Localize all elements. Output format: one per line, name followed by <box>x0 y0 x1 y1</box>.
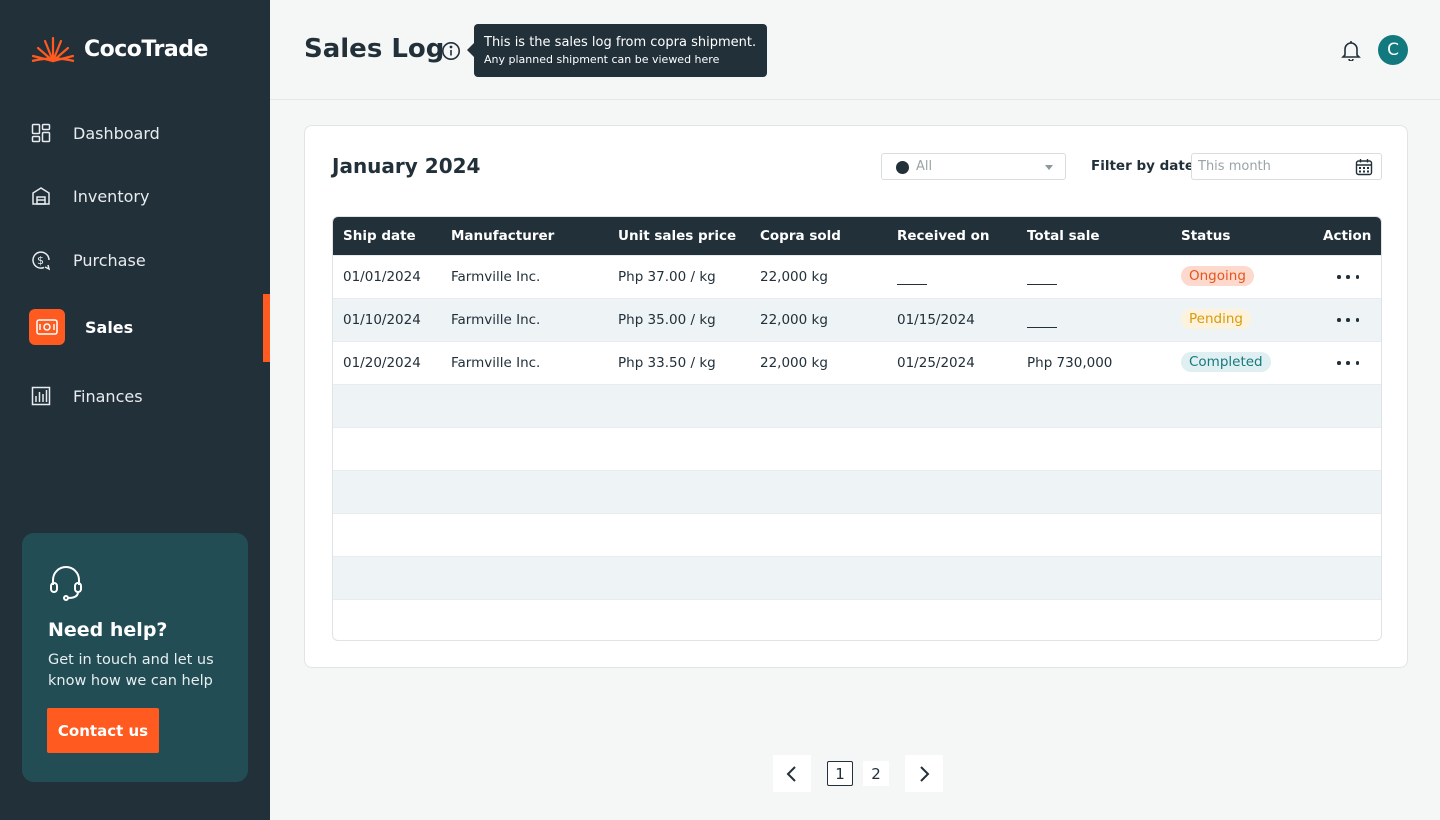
table-row[interactable]: 01/20/2024 Farmville Inc. Php 33.50 / kg… <box>333 341 1381 384</box>
empty-row <box>333 384 1381 427</box>
brand-name: CocoTrade <box>84 36 208 62</box>
brand[interactable]: CocoTrade <box>30 34 208 64</box>
received-on-cell: 01/15/2024 <box>897 312 975 328</box>
ship-date-cell: 01/10/2024 <box>343 312 421 328</box>
active-indicator <box>263 294 270 362</box>
unit-price-cell: Php 37.00 / kg <box>618 269 716 285</box>
table-header: Ship date Manufacturer Unit sales price … <box>333 217 1381 255</box>
page-title: Sales Log <box>304 34 445 64</box>
empty-row <box>333 427 1381 470</box>
date-filter-value: This month <box>1198 159 1271 174</box>
empty-value-dash <box>1027 319 1057 335</box>
caret-down-icon <box>1045 165 1053 170</box>
coconut-leaf-logo-icon <box>31 36 75 63</box>
more-actions-icon[interactable] <box>1337 311 1359 329</box>
empty-row <box>333 470 1381 513</box>
column-header[interactable]: Copra sold <box>760 228 841 244</box>
sidebar-item-finances[interactable]: Finances <box>0 363 270 429</box>
sidebar: CocoTrade Dashboard Inventory $ Purchase <box>0 0 270 820</box>
sales-icon <box>29 309 65 345</box>
purchase-icon: $ <box>30 249 52 271</box>
next-page-button[interactable] <box>905 755 943 792</box>
more-actions-icon[interactable] <box>1337 268 1359 286</box>
chevron-right-icon <box>920 765 930 782</box>
previous-page-button[interactable] <box>773 755 811 792</box>
page-1-button[interactable]: 1 <box>827 761 853 786</box>
status-badge: Pending <box>1181 309 1251 329</box>
column-header: Action <box>1323 228 1372 244</box>
column-header[interactable]: Ship date <box>343 228 416 244</box>
filter-by-date-label: Filter by date <box>1091 158 1194 174</box>
ship-date-cell: 01/01/2024 <box>343 269 421 285</box>
copra-sold-cell: 22,000 kg <box>760 355 828 371</box>
help-text: Get in touch and let us know how we can … <box>48 652 214 689</box>
column-header[interactable]: Manufacturer <box>451 228 554 244</box>
headset-icon <box>50 566 82 601</box>
svg-text:$: $ <box>37 254 44 267</box>
contact-us-button[interactable]: Contact us <box>47 708 159 753</box>
sidebar-item-purchase[interactable]: $ Purchase <box>0 227 270 293</box>
date-filter-input[interactable]: This month <box>1191 153 1382 180</box>
bell-icon[interactable] <box>1341 40 1361 61</box>
sidebar-item-sales[interactable]: Sales <box>0 294 270 362</box>
copra-sold-cell: 22,000 kg <box>760 312 828 328</box>
manufacturer-cell: Farmville Inc. <box>451 269 541 285</box>
table-row[interactable]: 01/01/2024 Farmville Inc. Php 37.00 / kg… <box>333 255 1381 298</box>
tooltip-line1: This is the sales log from copra shipmen… <box>484 35 757 50</box>
sidebar-item-label: Dashboard <box>73 123 160 143</box>
warehouse-icon <box>30 185 52 207</box>
manufacturer-cell: Farmville Inc. <box>451 312 541 328</box>
sidebar-item-dashboard[interactable]: Dashboard <box>0 100 270 166</box>
empty-row <box>333 599 1381 640</box>
table-row[interactable]: 01/10/2024 Farmville Inc. Php 35.00 / kg… <box>333 298 1381 341</box>
sidebar-item-label: Purchase <box>73 250 146 270</box>
status-badge: Completed <box>1181 352 1271 372</box>
status-filter-value: All <box>916 159 933 174</box>
info-tooltip: This is the sales log from copra shipmen… <box>467 24 767 77</box>
column-header[interactable]: Unit sales price <box>618 228 736 244</box>
ship-date-cell: 01/20/2024 <box>343 355 421 371</box>
empty-row <box>333 556 1381 599</box>
total-sale-cell: Php 730,000 <box>1027 355 1113 371</box>
status-dot-icon <box>896 161 909 174</box>
avatar[interactable]: C <box>1378 35 1408 65</box>
chart-icon <box>30 385 52 407</box>
sales-log-card: January 2024 All Filter by date This mon… <box>304 125 1408 668</box>
calendar-icon[interactable] <box>1355 158 1373 176</box>
header: Sales Log This is the sales log from cop… <box>270 0 1440 100</box>
empty-value-dash <box>1027 276 1057 292</box>
chevron-left-icon <box>786 765 796 782</box>
help-card: Need help? Get in touch and let us know … <box>22 533 248 782</box>
copra-sold-cell: 22,000 kg <box>760 269 828 285</box>
unit-price-cell: Php 35.00 / kg <box>618 312 716 328</box>
column-header[interactable]: Status <box>1181 228 1230 244</box>
dashboard-icon <box>30 122 52 144</box>
more-actions-icon[interactable] <box>1337 354 1359 372</box>
info-icon[interactable] <box>441 41 461 61</box>
sidebar-item-label: Inventory <box>73 186 150 206</box>
help-title: Need help? <box>48 619 168 641</box>
status-filter-select[interactable]: All <box>881 153 1066 180</box>
manufacturer-cell: Farmville Inc. <box>451 355 541 371</box>
card-title: January 2024 <box>332 154 481 178</box>
tooltip-line2: Any planned shipment can be viewed here <box>484 53 720 66</box>
column-header[interactable]: Received on <box>897 228 990 244</box>
sidebar-item-label: Finances <box>73 386 143 406</box>
unit-price-cell: Php 33.50 / kg <box>618 355 716 371</box>
sales-table: Ship date Manufacturer Unit sales price … <box>332 216 1382 641</box>
sidebar-item-inventory[interactable]: Inventory <box>0 163 270 229</box>
empty-row <box>333 513 1381 556</box>
sidebar-item-label: Sales <box>85 317 134 337</box>
column-header[interactable]: Total sale <box>1027 228 1100 244</box>
page-2-button[interactable]: 2 <box>863 761 889 786</box>
received-on-cell: 01/25/2024 <box>897 355 975 371</box>
status-badge: Ongoing <box>1181 266 1254 286</box>
empty-value-dash <box>897 276 927 292</box>
